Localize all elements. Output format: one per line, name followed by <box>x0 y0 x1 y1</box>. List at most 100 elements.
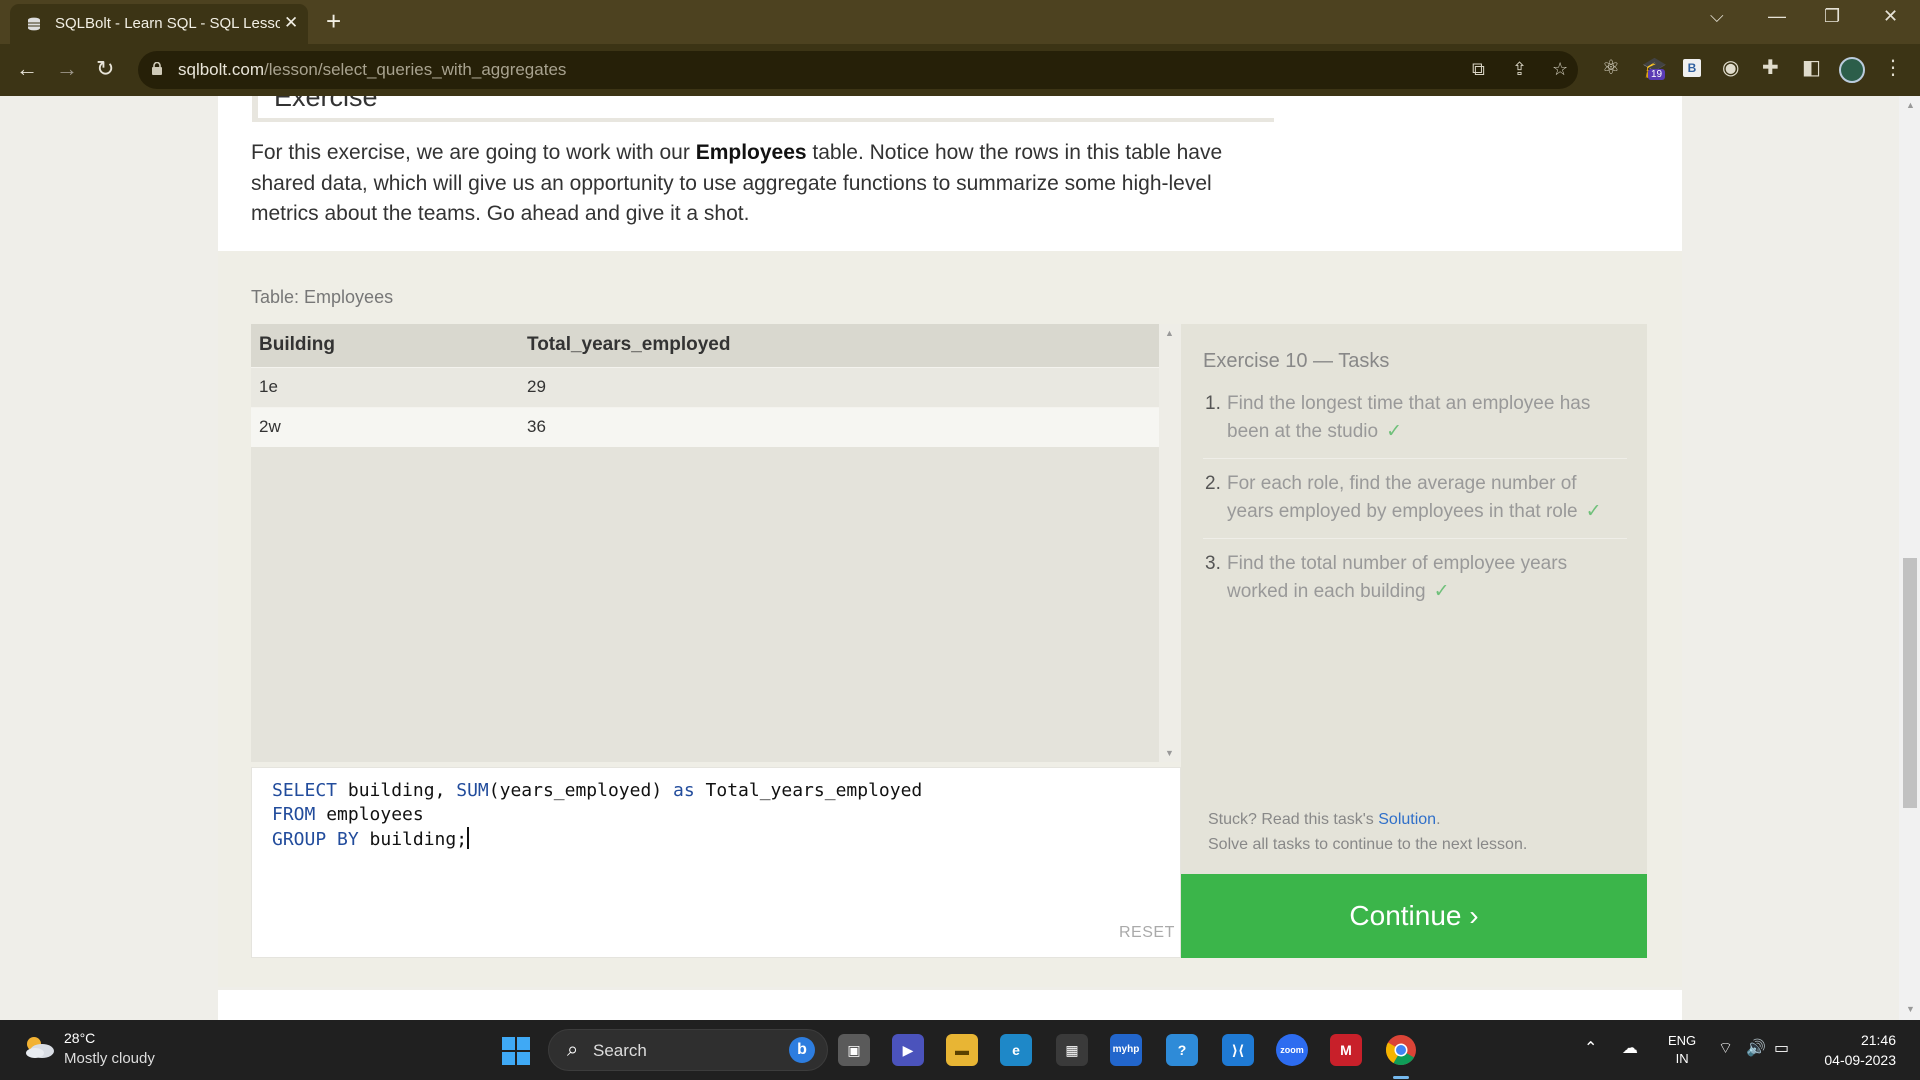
exercise-heading-text: Exercise <box>274 96 378 112</box>
region-code: IN <box>1675 1051 1689 1066</box>
stuck-help-text: Stuck? Read this task's Solution. Solve … <box>1208 807 1527 857</box>
address-bar[interactable]: sqlbolt.com/lesson/select_queries_with_a… <box>138 51 1578 89</box>
file-explorer-icon[interactable]: ▬ <box>946 1034 978 1066</box>
page-scroll-down-icon[interactable]: ▼ <box>1906 1004 1915 1014</box>
react-devtools-icon[interactable]: ⚛ <box>1602 55 1620 80</box>
cloudy-weather-icon[interactable] <box>22 1034 56 1060</box>
language-code: ENG <box>1668 1033 1697 1048</box>
table-row: 2w 36 <box>251 406 1159 447</box>
extensions-puzzle-icon[interactable]: ✚ <box>1762 55 1779 80</box>
weather-description: Mostly cloudy <box>64 1050 155 1067</box>
column-header-total-years: Total_years_employed <box>519 324 1159 367</box>
task-text: For each role, find the average number o… <box>1227 473 1578 522</box>
restore-icon[interactable]: ❐ <box>1824 6 1840 27</box>
continue-button[interactable]: Continue › <box>1181 874 1647 958</box>
solution-link[interactable]: Solution <box>1378 811 1436 828</box>
browser-tab[interactable]: SQLBolt - Learn SQL - SQL Lesson ✕ <box>10 4 308 44</box>
side-panel-icon[interactable]: ◧ <box>1802 55 1821 80</box>
page-viewport: Exercise For this exercise, we are going… <box>0 96 1920 1020</box>
stuck-suffix: . <box>1436 811 1441 828</box>
url-path: /lesson/select_queries_with_aggregates <box>263 60 567 79</box>
page-scroll-thumb[interactable] <box>1903 558 1917 808</box>
sql-keyword: SELECT <box>272 780 338 801</box>
task-text: Find the longest time that an employee h… <box>1227 393 1591 442</box>
sql-text: building, <box>337 780 457 801</box>
close-tab-icon[interactable]: ✕ <box>284 13 298 33</box>
task-list: 1. Find the longest time that an employe… <box>1203 390 1627 629</box>
task-number: 3. <box>1205 553 1221 574</box>
sql-text: (years_employed) <box>488 780 673 801</box>
database-icon <box>28 17 40 31</box>
active-app-indicator <box>1393 1076 1409 1079</box>
teams-chat-icon[interactable]: ▶ <box>892 1034 924 1066</box>
task-item: 2. For each role, find the average numbe… <box>1203 470 1627 539</box>
task-item: 3. Find the total number of employee yea… <box>1203 550 1627 618</box>
help-icon[interactable]: ? <box>1166 1034 1198 1066</box>
reset-button[interactable]: RESET <box>1119 924 1175 942</box>
scroll-up-arrow-icon[interactable]: ▲ <box>1165 328 1174 338</box>
table-header-row: Building Total_years_employed <box>251 324 1159 367</box>
reload-icon[interactable]: ↻ <box>96 56 114 82</box>
share-icon[interactable]: ⇪ <box>1512 59 1527 80</box>
task-number: 2. <box>1205 473 1221 494</box>
bookmark-star-icon[interactable]: ☆ <box>1552 59 1568 80</box>
tasks-title: Exercise 10 — Tasks <box>1203 350 1390 372</box>
checkmark-icon: ✓ <box>1585 501 1602 522</box>
forward-icon[interactable]: → <box>56 56 78 82</box>
exercise-intro: For this exercise, we are going to work … <box>251 138 1271 230</box>
chrome-icon[interactable] <box>1385 1034 1417 1066</box>
checkmark-icon: ✓ <box>1386 421 1402 442</box>
search-icon: ⌕ <box>567 1039 579 1061</box>
intro-employees-bold: Employees <box>695 141 807 164</box>
language-indicator[interactable]: ENG IN <box>1668 1032 1696 1068</box>
translate-icon[interactable]: ⧉ <box>1472 59 1485 80</box>
windows-start-icon[interactable] <box>502 1037 530 1065</box>
sql-keyword: GROUP BY <box>272 829 359 850</box>
table-cell: 29 <box>519 366 1159 407</box>
sql-text: building; <box>358 829 468 850</box>
target-extension-icon[interactable]: ◉ <box>1722 55 1739 80</box>
task-view-icon[interactable]: ▣ <box>838 1034 870 1066</box>
minimize-icon[interactable]: — <box>1768 6 1786 27</box>
show-hidden-icons-chevron-icon[interactable]: ⌃ <box>1584 1038 1597 1058</box>
tasks-pane: Exercise 10 — Tasks 1. Find the longest … <box>1181 324 1647 876</box>
wifi-icon[interactable]: ⌔ <box>1718 1038 1733 1058</box>
tab-search-chevron-icon[interactable]: ⌵ <box>1710 6 1724 27</box>
onedrive-cloud-icon[interactable]: ☁ <box>1622 1038 1638 1058</box>
sql-code[interactable]: SELECT building, SUM(years_employed) as … <box>272 779 922 852</box>
edge-browser-icon[interactable]: e <box>1000 1034 1032 1066</box>
query-results-pane: Building Total_years_employed 1e 29 2w 3… <box>251 324 1181 762</box>
weather-temperature: 28°C <box>64 1030 96 1046</box>
zoom-icon[interactable]: zoom <box>1276 1034 1308 1066</box>
myhp-icon[interactable]: myhp <box>1110 1034 1142 1066</box>
scroll-down-arrow-icon[interactable]: ▼ <box>1165 748 1174 758</box>
sql-keyword: FROM <box>272 804 316 825</box>
back-icon[interactable]: ← <box>16 56 38 82</box>
mcafee-icon[interactable]: M <box>1330 1034 1362 1066</box>
window-close-icon[interactable]: ✕ <box>1883 6 1898 27</box>
windows-taskbar: 28°C Mostly cloudy ⌕ Search b ▣ ▶ ▬ e ▦ … <box>0 1020 1920 1080</box>
sql-keyword: as <box>673 780 695 801</box>
results-scrollbar[interactable]: ▲ ▼ <box>1159 324 1181 762</box>
b-extension-icon[interactable]: B <box>1683 59 1701 77</box>
task-text: Find the total number of employee years … <box>1227 553 1568 602</box>
checkmark-icon: ✓ <box>1433 581 1450 602</box>
lock-icon <box>152 62 162 75</box>
sql-editor[interactable]: SELECT building, SUM(years_employed) as … <box>251 767 1181 958</box>
bing-icon[interactable]: b <box>789 1037 815 1063</box>
battery-icon[interactable]: ▭ <box>1774 1038 1789 1058</box>
browser-menu-icon[interactable]: ⋮ <box>1883 55 1903 80</box>
new-tab-icon[interactable]: + <box>326 6 341 37</box>
vscode-icon[interactable]: ⟩⟨ <box>1222 1034 1254 1066</box>
page-scrollbar[interactable]: ▲ ▼ <box>1899 96 1920 1020</box>
volume-icon[interactable]: 🔊 <box>1746 1038 1766 1058</box>
table-cell: 36 <box>519 406 1159 447</box>
intro-text-1: For this exercise, we are going to work … <box>251 141 696 164</box>
profile-avatar[interactable] <box>1839 57 1865 83</box>
taskbar-search[interactable]: ⌕ Search b <box>548 1029 828 1071</box>
taskbar-clock[interactable]: 21:46 04-09-2023 <box>1810 1030 1896 1070</box>
page-scroll-up-icon[interactable]: ▲ <box>1906 100 1915 110</box>
microsoft-store-icon[interactable]: ▦ <box>1056 1034 1088 1066</box>
task-item: 1. Find the longest time that an employe… <box>1203 390 1627 459</box>
solve-all-note: Solve all tasks to continue to the next … <box>1208 836 1528 853</box>
